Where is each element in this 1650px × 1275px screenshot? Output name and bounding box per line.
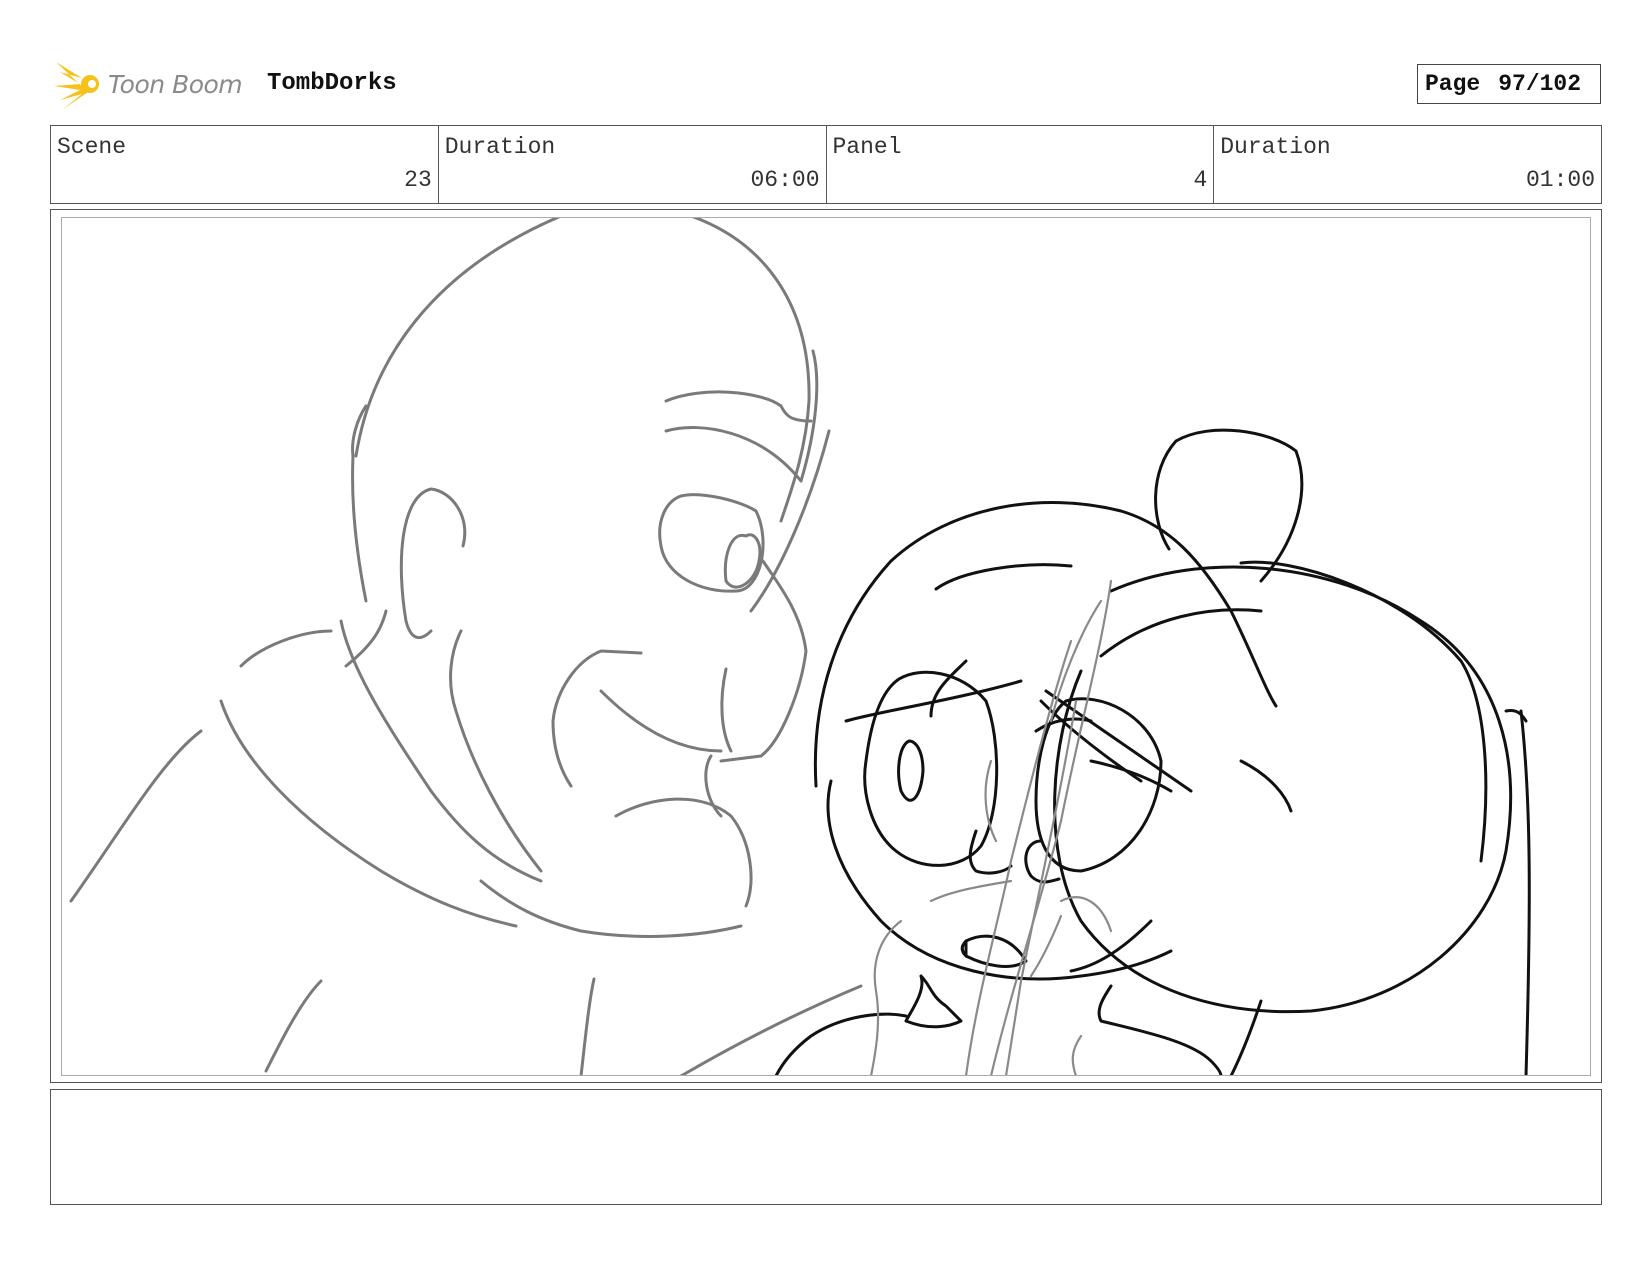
panel-duration-label: Duration [1220, 134, 1331, 160]
page-indicator: Page 97/102 [1417, 64, 1601, 104]
page-label: Page [1425, 71, 1481, 97]
scene-cell: Scene 23 [51, 126, 439, 203]
panel-duration-value: 01:00 [1525, 167, 1595, 193]
project-title: TombDorks [267, 70, 397, 97]
scene-duration-value: 06:00 [750, 167, 820, 193]
panel-drawing-area [61, 217, 1591, 1076]
grey-character-sketch [69, 218, 863, 1075]
scene-value: 23 [404, 167, 432, 193]
panel-value: 4 [1193, 167, 1208, 193]
scene-info-row: Scene 23 Duration 06:00 Panel 4 Duration… [50, 125, 1602, 204]
toon-boom-logo: Toon Boom [52, 56, 243, 112]
scene-label: Scene [57, 134, 127, 160]
panel-cell: Panel 4 [827, 126, 1215, 203]
construction-lines [870, 579, 1113, 1075]
scene-duration-cell: Duration 06:00 [439, 126, 827, 203]
brand-name: Toon Boom [108, 69, 243, 99]
toon-boom-burst-icon [54, 62, 99, 110]
storyboard-sketch-icon [69, 218, 1531, 1075]
black-character-sketch [774, 428, 1531, 1075]
page-number: 97/102 [1498, 71, 1582, 97]
panel-notes-box [50, 1089, 1602, 1205]
panel-duration-cell: Duration 01:00 [1214, 126, 1601, 203]
panel-label: Panel [832, 134, 902, 160]
scene-duration-label: Duration [444, 134, 556, 160]
